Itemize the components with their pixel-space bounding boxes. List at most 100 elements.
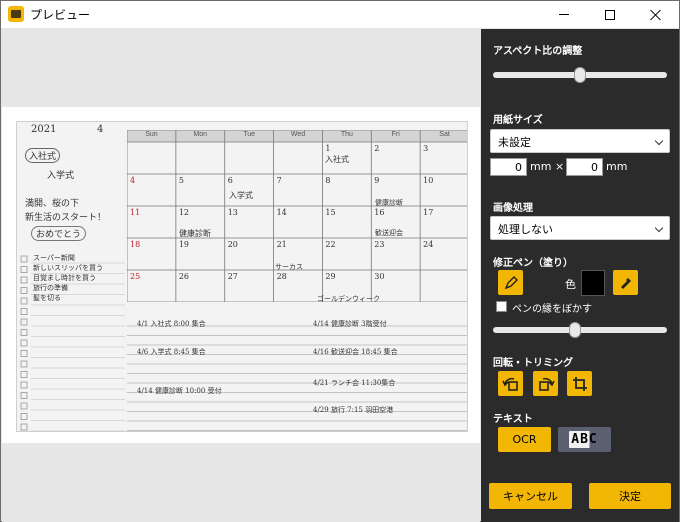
pen-button[interactable] <box>498 270 523 295</box>
checklist-box <box>20 266 28 273</box>
calendar-day: 19 <box>178 240 190 249</box>
blur-edge-label: ペンの縁をぼかす <box>512 304 592 315</box>
checklist-box <box>20 255 28 263</box>
calendar-day: 3 <box>423 144 429 153</box>
calendar-day: 4 <box>130 176 136 185</box>
minimize-button[interactable] <box>541 1 587 28</box>
calendar-event: サーカス <box>275 263 303 271</box>
schedule-entry: 4/21 ランチ会 11:30集合 <box>313 379 396 387</box>
calendar-day: 16 <box>374 208 385 217</box>
checklist-box <box>20 423 28 431</box>
pen-title: 修正ペン（塗り） <box>493 258 573 269</box>
text-recognition-button[interactable]: ABC <box>558 427 611 452</box>
rotate-left-button[interactable] <box>498 371 523 396</box>
calendar-day: 13 <box>227 208 238 217</box>
checklist-box <box>20 318 28 326</box>
rotate-left-icon <box>501 377 518 391</box>
calendar-day: 12 <box>178 208 190 217</box>
close-button[interactable] <box>633 1 679 28</box>
height-unit: mm <box>606 160 628 173</box>
crop-button[interactable] <box>567 371 592 396</box>
pen-size-slider[interactable] <box>493 322 667 338</box>
calendar-day: 25 <box>130 272 141 281</box>
aspect-title: アスペクト比の調整 <box>493 46 583 57</box>
width-unit: mm <box>530 160 552 173</box>
handwritten-note: おめでとう <box>31 226 87 241</box>
color-label: 色 <box>565 278 576 291</box>
abc-icon: ABC <box>569 431 600 448</box>
calendar-weekday: Tue <box>243 131 256 138</box>
schedule-entry: 4/16 歓送迎会 18:45 集合 <box>313 348 398 356</box>
blur-edge-checkbox[interactable] <box>496 301 507 312</box>
checklist-box <box>20 392 28 399</box>
calendar-day: 14 <box>276 208 287 217</box>
calendar-day: 1 <box>325 144 331 153</box>
calendar-day: 9 <box>374 176 380 185</box>
calendar-day: 26 <box>178 272 190 281</box>
checklist-box <box>20 360 28 368</box>
pen-icon <box>504 275 518 289</box>
checklist-box <box>20 339 28 347</box>
calendar-day: 6 <box>227 176 233 185</box>
times-symbol: × <box>555 160 565 173</box>
checklist-box <box>20 381 28 389</box>
paper-height-input[interactable]: 0 <box>566 158 603 176</box>
calendar-day: 17 <box>423 208 434 217</box>
paper-size-title: 用紙サイズ <box>493 115 543 126</box>
schedule-entry: 4/14 健康診断 10:00 受付 <box>137 387 222 395</box>
rotate-right-button[interactable] <box>533 371 558 396</box>
image-processing-select[interactable]: 処理しない <box>490 216 670 240</box>
schedule-entry: 4/1 入社式 8:00 集合 <box>137 320 206 328</box>
crop-icon <box>572 376 587 391</box>
calendar-event: 入社式 <box>325 155 349 164</box>
image-processing-value: 処理しない <box>498 223 553 236</box>
schedule-entry: 4/6 入学式 8:45 集合 <box>137 348 206 356</box>
aspect-slider-thumb[interactable] <box>574 67 586 83</box>
checklist-box <box>20 413 28 420</box>
pen-size-slider-thumb[interactable] <box>569 322 582 338</box>
calendar-day: 29 <box>325 272 336 281</box>
calendar-day: 7 <box>276 176 282 185</box>
schedule-entry: 4/14 健康診断 3階受付 <box>313 320 387 328</box>
calendar-day: 23 <box>374 240 385 249</box>
schedule-lines <box>127 325 467 431</box>
calendar-weekday: Wed <box>290 131 306 138</box>
checklist-box <box>20 308 28 315</box>
checklist-box <box>20 287 28 294</box>
handwritten-year: 2021 <box>31 124 57 135</box>
checklist-item: スーパー新聞 <box>33 254 75 262</box>
calendar-day: 10 <box>423 176 434 185</box>
color-swatch[interactable] <box>581 270 605 296</box>
calendar-day: 18 <box>130 240 141 249</box>
maximize-button[interactable] <box>587 1 633 28</box>
calendar-day: 22 <box>325 240 336 249</box>
handwritten-note: 新生活のスタート！ <box>25 213 107 223</box>
calendar-weekday: Sat <box>439 131 450 138</box>
aspect-slider[interactable] <box>493 67 667 83</box>
calendar-day: 11 <box>130 208 141 217</box>
text-title: テキスト <box>493 414 533 425</box>
calendar-day: 8 <box>325 176 331 185</box>
calendar-day: 20 <box>227 240 238 249</box>
calendar-event: ゴールデンウィーク <box>317 295 380 303</box>
checklist-item: 旅行の準備 <box>33 284 68 292</box>
handwritten-month: 4 <box>97 124 104 135</box>
eyedropper-button[interactable] <box>613 270 638 295</box>
preview-area: 2021 4 入社式 入学式 満開、桜の下 新生活のスタート！ おめでとう スー… <box>2 29 480 522</box>
ocr-button[interactable]: OCR <box>498 427 551 452</box>
checklist-box <box>20 371 28 378</box>
handwritten-note: 入学式 <box>47 171 75 181</box>
paper-width-input[interactable]: 0 <box>490 158 527 176</box>
title-bar: プレビュー <box>1 1 679 28</box>
calendar-event: 健康診断 <box>375 199 403 207</box>
calendar-paper: 2021 4 入社式 入学式 満開、桜の下 新生活のスタート！ おめでとう スー… <box>16 121 468 432</box>
app-icon <box>8 6 24 22</box>
scanned-photo: 2021 4 入社式 入学式 満開、桜の下 新生活のスタート！ おめでとう スー… <box>2 107 480 443</box>
calendar-event: 入学式 <box>229 191 253 200</box>
calendar-event: 健康診断 <box>179 229 211 238</box>
cancel-button[interactable]: キャンセル <box>489 483 572 509</box>
calendar-weekday: Fri <box>391 131 400 138</box>
calendar-day: 15 <box>325 208 336 217</box>
paper-size-select[interactable]: 未設定 <box>490 129 670 153</box>
ok-button[interactable]: 決定 <box>589 483 671 509</box>
